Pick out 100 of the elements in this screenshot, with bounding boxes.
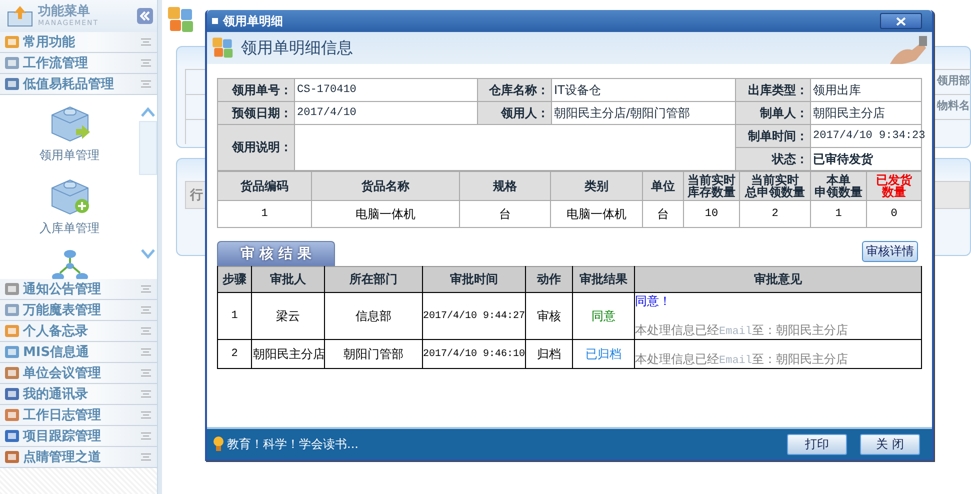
grip-icon <box>141 38 151 46</box>
column-header: 已发货 数量 <box>866 172 922 200</box>
column-header: 审批结果 <box>572 266 634 292</box>
field-label: 仓库名称： <box>478 78 552 102</box>
menu-item[interactable]: 常用功能 <box>0 32 157 53</box>
close-icon <box>896 16 906 26</box>
table-cell: 1 <box>218 292 252 340</box>
table-cell: 2 <box>740 200 810 228</box>
menu-item[interactable]: 通知公告管理 <box>0 279 157 300</box>
tip-text: 教育！科学！学会读书... <box>227 436 358 452</box>
dialog-heading: 领用单明细信息 <box>241 38 354 58</box>
scroll-thumb[interactable] <box>139 121 157 175</box>
menu-item[interactable]: 单位会议管理 <box>0 363 157 384</box>
table-cell: 1 <box>218 200 312 228</box>
section-tab[interactable]: 审 核 结 果 <box>217 241 335 266</box>
table-cell: 0 <box>866 200 922 228</box>
collapse-button[interactable] <box>137 8 153 24</box>
grip-icon <box>141 369 151 377</box>
menu-item[interactable]: MIS信息通 <box>0 342 157 363</box>
menu-item-label: MIS信息通 <box>23 344 90 361</box>
field-label: 领用部 <box>937 73 970 88</box>
menu-item-label: 常用功能 <box>23 34 76 51</box>
close-button[interactable] <box>880 13 922 29</box>
notice-text: 本处理信息已经Email至：朝阳民主分店 <box>635 352 848 366</box>
menu-item-icon <box>4 302 20 318</box>
column-header: 类别 <box>550 172 642 200</box>
handshake-drawing <box>888 36 928 64</box>
menu-item-icon <box>4 76 20 92</box>
dialog-button[interactable]: 打印 <box>787 434 847 454</box>
comment-text: 同意！ <box>635 293 672 310</box>
table-cell: 电脑一体机 <box>312 200 460 228</box>
table-cell: 朝阳门管部 <box>324 340 422 368</box>
column-header: 动作 <box>526 266 572 292</box>
menu-item-label: 万能魔表管理 <box>23 302 102 319</box>
lightbulb-icon <box>213 436 224 452</box>
table-cell: 2017/4/10 9:44:27 <box>422 292 526 340</box>
submenu-label[interactable]: 领用单管理 <box>40 147 100 164</box>
menu-item-label: 项目跟踪管理 <box>23 428 102 445</box>
grip-icon <box>141 453 151 461</box>
network-icon[interactable] <box>52 249 88 279</box>
menu-item-label: 个人备忘录 <box>23 322 89 340</box>
field-value: CS-170410 <box>294 78 478 102</box>
table-cell: 信息部 <box>324 292 422 340</box>
menu-item[interactable]: 项目跟踪管理 <box>0 426 157 447</box>
field-value: 朝阳民主分店/朝阳门管部 <box>552 102 736 124</box>
column-header: 当前实时 总申领数量 <box>740 172 810 200</box>
window-icon <box>212 18 218 24</box>
scroll-up-icon[interactable] <box>141 107 155 117</box>
submenu-label[interactable]: 入库单管理 <box>40 220 100 237</box>
table-cell: 梁云 <box>252 292 324 340</box>
menu-item-icon <box>4 386 20 402</box>
field-label: 预领日期： <box>218 102 294 124</box>
field-value: 领用出库 <box>810 78 922 102</box>
scroll-down-icon[interactable] <box>141 249 155 259</box>
column-header: 货品编码 <box>218 172 312 200</box>
table-cell: 电脑一体机 <box>550 200 642 228</box>
menu-item-label: 工作日志管理 <box>23 406 102 424</box>
table-cell: 台 <box>642 200 684 228</box>
notice-text: 本处理信息已经Email至：朝阳民主分店 <box>635 323 848 337</box>
menu-item-icon <box>4 281 20 297</box>
menu-item-icon <box>4 323 20 339</box>
grip-icon <box>141 285 151 293</box>
table-cell: 2017/4/10 9:46:10 <box>422 340 526 368</box>
table-cell: 已归档 <box>572 340 634 368</box>
audit-detail-button[interactable]: 审核详情 <box>862 241 918 262</box>
menu-item-icon <box>4 365 20 381</box>
menu-item-label: 点睛管理之道 <box>23 448 102 466</box>
table-cell: 2 <box>218 340 252 368</box>
table-cell: 1 <box>810 200 866 228</box>
grip-icon <box>141 411 151 419</box>
table-cell: 同意 <box>572 292 634 340</box>
menu-item-icon <box>4 55 20 71</box>
menu-item-label: 低值易耗品管理 <box>23 76 115 93</box>
menu-item[interactable]: 我的通讯录 <box>0 384 157 405</box>
menu-item[interactable]: 万能魔表管理 <box>0 300 157 321</box>
menu-item[interactable]: 点睛管理之道 <box>0 447 157 468</box>
menu-item[interactable]: 低值易耗品管理 <box>0 74 157 95</box>
menu-item-label: 我的通讯录 <box>23 386 89 403</box>
grip-icon <box>141 306 151 314</box>
field-label: 出库类型： <box>736 78 810 102</box>
field-value: IT设备仓 <box>552 78 736 102</box>
menu-item[interactable]: 工作日志管理 <box>0 405 157 426</box>
menu-item[interactable]: 个人备忘录 <box>0 321 157 342</box>
column-header: 审批时间 <box>422 266 526 292</box>
grip-icon <box>141 80 151 88</box>
table-cell: 审核 <box>526 292 572 340</box>
menu-item[interactable]: 工作流管理 <box>0 53 157 74</box>
grip-icon <box>141 327 151 335</box>
dialog-button[interactable]: 关 闭 <box>860 434 920 454</box>
field-label: 制单时间： <box>736 124 810 148</box>
column-header: 审批意见 <box>634 266 922 292</box>
app-logo-icon <box>211 36 235 60</box>
column-header: 单位 <box>642 172 684 200</box>
column-header: 规格 <box>460 172 550 200</box>
menu-title: 功能菜单 <box>38 5 91 18</box>
column-header: 审批人 <box>252 266 324 292</box>
column-header: 所在部门 <box>324 266 422 292</box>
field-value: 朝阳民主分店 <box>810 102 922 124</box>
grip-icon <box>141 432 151 440</box>
table-cell: 10 <box>684 200 740 228</box>
